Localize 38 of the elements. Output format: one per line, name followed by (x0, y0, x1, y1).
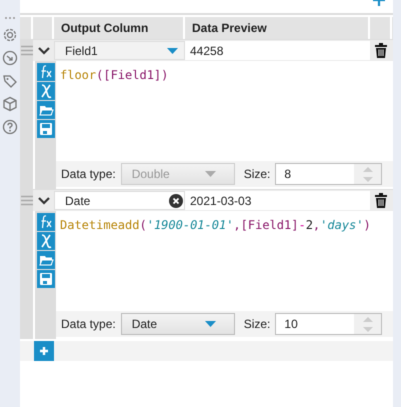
chevron-icon[interactable] (38, 46, 50, 54)
variable-icon[interactable] (36, 232, 54, 250)
delete-icon[interactable] (375, 43, 387, 58)
size-label: Size: (244, 167, 270, 181)
help-icon[interactable] (2, 119, 18, 135)
data-type-label: Data type: (61, 167, 116, 181)
save-icon[interactable] (36, 270, 54, 288)
delete-icon[interactable] (375, 193, 387, 208)
chevron-icon[interactable] (38, 196, 50, 204)
folder-icon[interactable] (36, 251, 54, 269)
output-column-field[interactable]: Date (54, 191, 185, 210)
data-preview-value: 2021-03-03 (185, 191, 370, 210)
settings-icon[interactable] (2, 27, 18, 43)
dropdown-arrow-icon (204, 171, 216, 177)
expression-editor[interactable]: Datetimeadd('1900-01-01',[Field1]-2,'days') (56, 211, 393, 311)
save-icon[interactable] (36, 120, 54, 138)
function-icon[interactable] (36, 63, 54, 81)
drag-handle-icon[interactable] (20, 195, 32, 206)
data-type-label: Data type: (61, 317, 116, 331)
size-label: Size: (244, 317, 270, 331)
drag-handle-icon[interactable] (20, 45, 32, 56)
size-field[interactable]: 8 (275, 163, 382, 185)
add-button[interactable] (34, 341, 54, 361)
tag-icon[interactable] (2, 73, 18, 89)
add-icon[interactable] (373, 0, 385, 6)
dropdown-arrow-icon (204, 321, 216, 327)
data-type-dropdown[interactable]: Date (120, 313, 235, 335)
size-field[interactable]: 10 (275, 313, 382, 335)
cube-icon[interactable] (2, 96, 18, 112)
data-preview-value: 44258 (185, 41, 370, 60)
dropdown-arrow-icon (167, 48, 178, 54)
function-icon[interactable] (36, 213, 54, 231)
more-icon[interactable] (3, 16, 17, 20)
variable-icon[interactable] (36, 82, 54, 100)
folder-icon[interactable] (36, 101, 54, 119)
expression-editor[interactable]: floor([Field1]) (56, 61, 393, 161)
output-column-dropdown[interactable]: Field1 (54, 41, 185, 60)
clear-icon[interactable] (169, 194, 183, 208)
